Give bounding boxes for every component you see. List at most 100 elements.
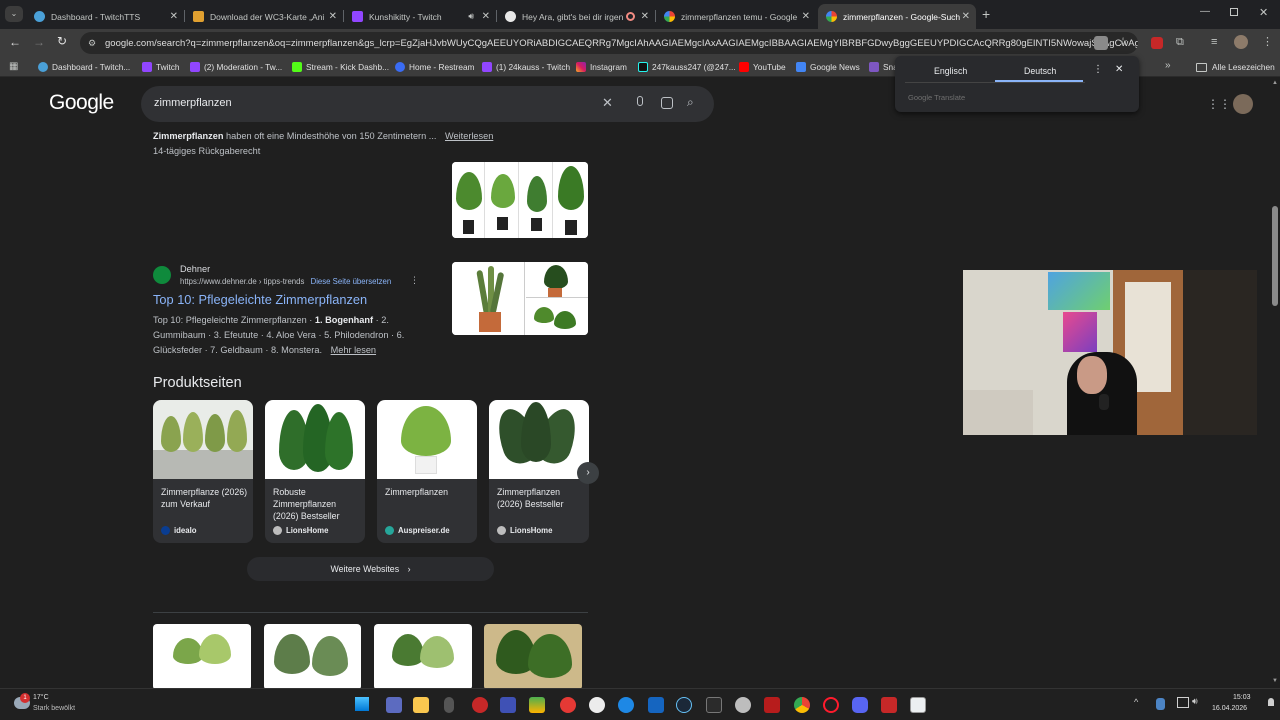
stack-app-icon[interactable] xyxy=(529,697,545,713)
result-image-collage[interactable] xyxy=(452,162,588,238)
language-option-german[interactable]: Deutsch xyxy=(1024,66,1056,76)
close-icon[interactable]: ✕ xyxy=(1115,64,1123,75)
file-explorer-icon[interactable] xyxy=(413,697,429,713)
bookmark-item[interactable]: Home - Restream xyxy=(395,60,474,74)
site-info-icon[interactable]: ⚙ xyxy=(88,38,96,49)
search-box[interactable]: zimmerpflanzen ✕ ⌕ xyxy=(141,86,714,122)
clock-time[interactable]: 15:03 xyxy=(1233,694,1251,701)
page-scrollbar[interactable]: ▲ ▼ xyxy=(1270,78,1280,688)
close-window-button[interactable]: ✕ xyxy=(1259,6,1268,19)
restore-button[interactable] xyxy=(1230,8,1238,16)
read-more-link[interactable]: Weiterlesen xyxy=(445,131,493,141)
close-icon[interactable]: ✕ xyxy=(170,11,178,22)
carousel-next-button[interactable]: › xyxy=(577,462,599,484)
scroll-down-icon[interactable]: ▼ xyxy=(1272,678,1278,684)
tab-hey-ara[interactable]: Hey Ara, gibt's bei dir irgen ✕ xyxy=(497,4,655,29)
product-card[interactable]: Zimmerpflanzen (2026) Bestseller LionsHo… xyxy=(489,400,589,543)
product-card[interactable]: Zimmerpflanzen Auspreiser.de xyxy=(377,400,477,543)
tab-kunshikitty[interactable]: Kunshikitty - Twitch 🔊︎ ✕ xyxy=(344,4,496,29)
bookmark-item[interactable]: 247kauss247 (@247... xyxy=(638,60,736,74)
chrome-icon[interactable] xyxy=(794,697,810,713)
streamlabs-icon[interactable] xyxy=(618,697,634,713)
tray-app-icon[interactable] xyxy=(1156,698,1165,710)
back-button[interactable]: ← xyxy=(9,35,21,49)
more-link[interactable]: Mehr lesen xyxy=(331,345,376,355)
tab-wc3-karte[interactable]: Download der WC3-Karte „Ani ✕ xyxy=(185,4,343,29)
result-menu-icon[interactable]: ⋮ xyxy=(410,275,419,286)
translate-options-icon[interactable]: ⋮ xyxy=(1093,64,1103,75)
media-icon[interactable]: ≡ xyxy=(1211,36,1217,48)
close-icon[interactable]: ✕ xyxy=(802,11,810,22)
v-app-icon[interactable] xyxy=(500,697,516,713)
weather-temp[interactable]: 17°C xyxy=(33,694,49,701)
bookmark-item[interactable]: (1) 24kauss - Twitch xyxy=(482,60,570,74)
star-icon[interactable]: ☆ xyxy=(1118,35,1128,48)
window-app-icon[interactable] xyxy=(910,697,926,713)
game-icon[interactable] xyxy=(764,697,780,713)
result-image[interactable] xyxy=(153,624,251,688)
bookmark-item[interactable]: Twitch xyxy=(142,60,180,74)
all-bookmarks-folder[interactable]: Alle Lesezeichen xyxy=(1196,60,1275,74)
search-icon[interactable]: ⌕ xyxy=(687,95,694,110)
bookmark-item[interactable]: Sna xyxy=(869,60,898,74)
result-image[interactable] xyxy=(484,624,582,688)
volume-icon[interactable]: 🔊︎ xyxy=(1192,696,1198,707)
game-launcher-icon[interactable] xyxy=(472,697,488,713)
bookmark-item[interactable]: Dashboard - Twitch... xyxy=(38,60,130,74)
result-image[interactable] xyxy=(374,624,472,688)
forward-button[interactable]: → xyxy=(33,35,45,49)
close-icon[interactable]: ✕ xyxy=(482,11,490,22)
result-image-collage[interactable] xyxy=(452,262,588,335)
network-icon[interactable] xyxy=(1177,697,1189,708)
tray-chevron-icon[interactable]: ^ xyxy=(1134,697,1138,707)
product-card[interactable]: Zimmerpflanze (2026) zum Verkauf idealo xyxy=(153,400,253,543)
start-windows-icon[interactable] xyxy=(355,697,369,711)
game-icon[interactable] xyxy=(881,697,897,713)
notification-bell-icon[interactable] xyxy=(1268,698,1274,706)
mic-icon[interactable] xyxy=(637,96,643,106)
account-avatar[interactable] xyxy=(1233,94,1253,114)
gear-app-icon[interactable] xyxy=(735,697,751,713)
mouse-software-icon[interactable] xyxy=(444,697,454,713)
abp-extension-icon[interactable] xyxy=(1151,37,1163,49)
bookmark-item[interactable]: Google News xyxy=(796,60,860,74)
tab-dashboard-twitchtts[interactable]: Dashboard - TwitchTTS ✕ xyxy=(26,4,184,29)
blue-app-icon[interactable] xyxy=(648,697,664,713)
speaker-icon[interactable]: 🔊︎ xyxy=(468,11,474,22)
clear-icon[interactable]: ✕ xyxy=(602,95,613,111)
result-image[interactable] xyxy=(264,624,361,688)
close-icon[interactable]: ✕ xyxy=(962,11,970,22)
translate-page-link[interactable]: Diese Seite übersetzen xyxy=(311,277,392,286)
bookmark-item[interactable]: Stream - Kick Dashb... xyxy=(292,60,389,74)
tab-search-button[interactable]: ⌄ xyxy=(5,6,23,22)
scrollbar-thumb[interactable] xyxy=(1272,206,1278,306)
opera-icon[interactable] xyxy=(823,697,839,713)
translate-icon[interactable] xyxy=(1094,36,1108,50)
product-card[interactable]: Robuste Zimmerpflanzen (2026) Bestseller… xyxy=(265,400,365,543)
obs-icon[interactable] xyxy=(589,697,605,713)
close-icon[interactable]: ✕ xyxy=(641,11,649,22)
tab-zimmerpflanzen-temu[interactable]: zimmerpflanzen temu - Google ✕ xyxy=(656,4,816,29)
clock-date[interactable]: 16.04.2026 xyxy=(1212,705,1247,712)
scroll-up-icon[interactable]: ▲ xyxy=(1272,80,1278,86)
bookmark-item[interactable]: Instagram xyxy=(576,60,627,74)
extensions-icon[interactable]: ⧉ xyxy=(1176,36,1184,49)
language-option-english[interactable]: Englisch xyxy=(934,66,967,76)
menu-kebab-icon[interactable]: ⋮ xyxy=(1262,35,1273,48)
minimize-button[interactable]: — xyxy=(1200,6,1210,17)
bookmark-item[interactable]: (2) Moderation - Tw... xyxy=(190,60,282,74)
address-bar[interactable]: ⚙ google.com/search?q=zimmerpflanzen&oq=… xyxy=(80,32,1138,54)
reload-button[interactable]: ↻ xyxy=(57,34,67,48)
bookmark-item[interactable]: YouTube xyxy=(739,60,786,74)
terminal-icon[interactable] xyxy=(706,697,722,713)
apps-grid-icon[interactable]: ▦ xyxy=(9,61,18,72)
search-input[interactable]: zimmerpflanzen xyxy=(154,97,232,109)
steam-icon[interactable] xyxy=(676,697,692,713)
discord-icon[interactable] xyxy=(852,697,868,713)
more-bookmarks-icon[interactable]: » xyxy=(1165,60,1171,71)
calculator-icon[interactable] xyxy=(386,697,402,713)
red-app-icon[interactable] xyxy=(560,697,576,713)
lens-icon[interactable] xyxy=(661,97,673,109)
new-tab-button[interactable]: + xyxy=(982,6,990,22)
close-icon[interactable]: ✕ xyxy=(329,11,337,22)
